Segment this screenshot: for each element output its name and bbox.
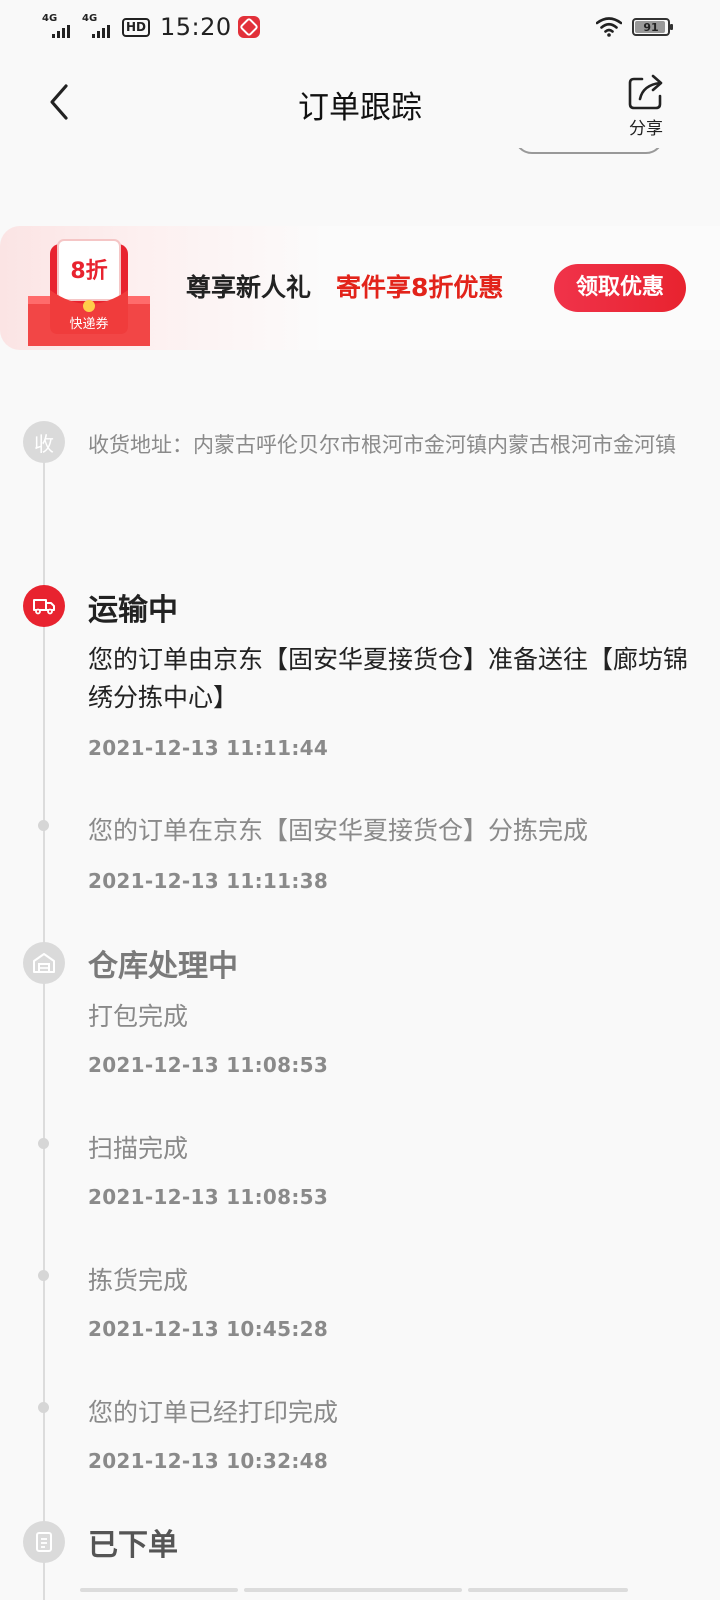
warehouse-icon [33, 953, 55, 973]
event-text: 您的订单由京东【固安华夏接货仓】准备送往【廊坊锦绣分拣中心】 [88, 645, 689, 712]
delivery-address: 收货地址：内蒙古呼伦贝尔市根河市金河镇内蒙古根河市金河镇 [88, 433, 676, 457]
event-time: 2021-12-13 10:32:48 [88, 1449, 329, 1473]
coupon-label: 快递券 [69, 316, 108, 332]
scrolled-content-edge [0, 148, 720, 162]
signal-icon: 4G [42, 14, 76, 40]
network-label-2: 4G [82, 13, 98, 24]
event-text: 打包完成 [88, 1002, 189, 1031]
share-button[interactable]: 分享 [616, 70, 676, 140]
promo-highlight: 寄件享8折优惠 [336, 273, 504, 302]
order-icon [36, 1532, 52, 1552]
status-title: 已下单 [88, 1528, 178, 1563]
status-title: 仓库处理中 [88, 949, 238, 984]
coupon-discount: 8折 [70, 259, 107, 284]
signal-icon-2: 4G [82, 14, 116, 40]
event-time: 2021-12-13 10:45:28 [88, 1317, 329, 1341]
timeline-dot [38, 820, 49, 831]
clock: 15:20 [160, 13, 232, 41]
event-time: 2021-12-13 11:08:53 [88, 1053, 329, 1077]
share-label: 分享 [629, 119, 663, 139]
app-notification-icon [237, 16, 260, 38]
share-icon [628, 74, 663, 110]
status-bar: 4G 4G HD 15:20 91 [0, 0, 720, 56]
page-title: 订单跟踪 [298, 90, 422, 126]
battery-icon: 91 [632, 18, 673, 36]
bottom-dividers [0, 1588, 720, 1600]
hd-icon: HD [122, 17, 151, 37]
truck-icon [33, 599, 55, 615]
timeline-dot [38, 1270, 49, 1281]
network-label-1: 4G [42, 13, 58, 24]
event-text: 您的订单在京东【固安华夏接货仓】分拣完成 [88, 816, 589, 845]
nav-header: 订单跟踪 分享 [0, 56, 720, 148]
coupon-envelope-icon: 8折 快递券 [28, 239, 150, 346]
promo-text: 尊享新人礼 [186, 273, 312, 302]
claim-coupon-button[interactable]: 领取优惠 [554, 264, 686, 312]
battery-level: 91 [643, 20, 659, 34]
order-node [23, 1521, 65, 1563]
scrolled-button-edge [514, 148, 664, 154]
address-node: 收 [23, 421, 65, 463]
event-time: 2021-12-13 11:11:44 [88, 736, 329, 760]
wifi-icon [596, 17, 622, 37]
truck-node [23, 585, 65, 627]
event-text: 您的订单已经打印完成 [88, 1398, 339, 1427]
address-node-char: 收 [34, 431, 54, 456]
status-title: 运输中 [88, 593, 178, 628]
warehouse-node [23, 942, 65, 984]
timeline-dot [38, 1402, 49, 1413]
promo-banner[interactable]: 8折 快递券 尊享新人礼 寄件享8折优惠 领取优惠 [0, 226, 720, 350]
event-text: 拣货完成 [88, 1266, 189, 1295]
event-time: 2021-12-13 11:08:53 [88, 1185, 329, 1209]
timeline-dot [38, 1138, 49, 1149]
event-text: 扫描完成 [88, 1134, 189, 1163]
event-time: 2021-12-13 11:11:38 [88, 869, 329, 893]
